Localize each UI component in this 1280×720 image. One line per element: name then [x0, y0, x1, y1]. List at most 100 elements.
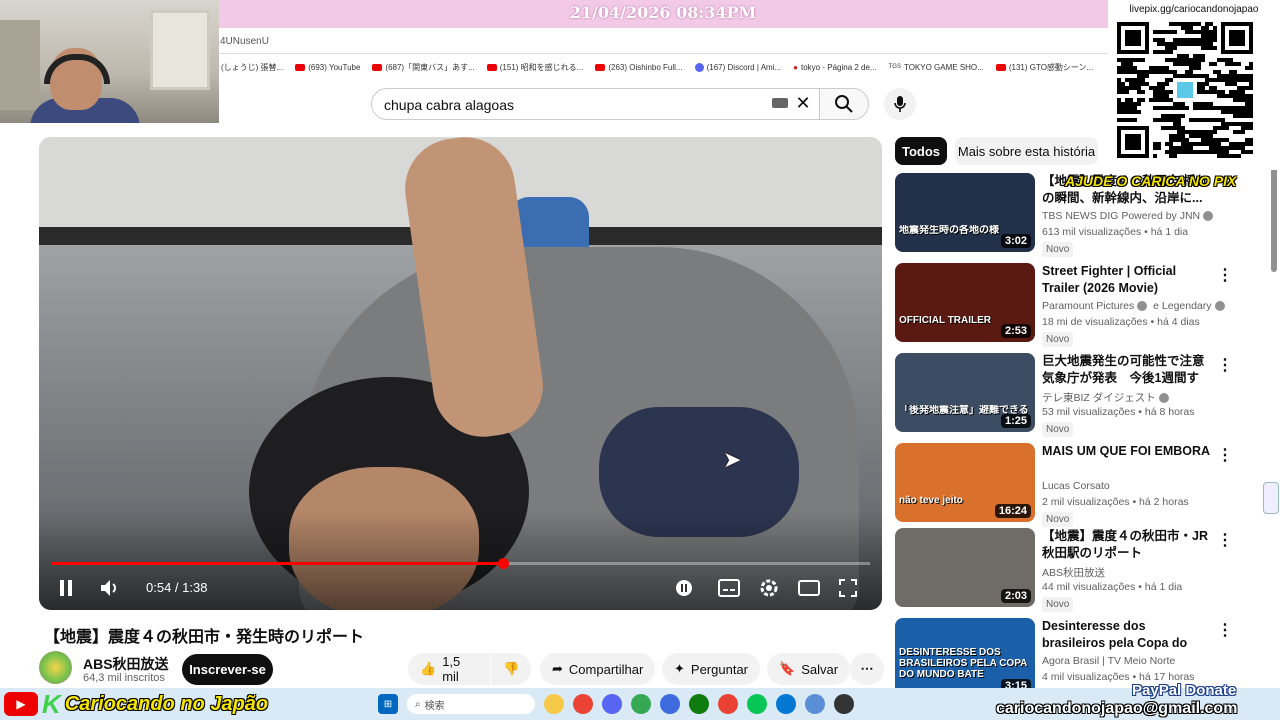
- bookmark-item[interactable]: (151) 昭和を感じれる...: [486, 62, 583, 73]
- bookmark-label: (しょうじ) 張替...: [221, 62, 284, 72]
- bookmark-item[interactable]: (167) Discord | Ami...: [694, 62, 781, 72]
- xbox-icon[interactable]: [689, 694, 709, 714]
- paypal-donate-label: PayPal Donate: [1132, 682, 1237, 699]
- recommendation-thumbnail[interactable]: não teve jeito 16:24: [895, 443, 1035, 522]
- recommendation-thumbnail[interactable]: 「後発地震注意」避難できる 1:25: [895, 353, 1035, 432]
- extension-widget[interactable]: [1263, 482, 1279, 514]
- qr-url: livepix.gg/cariocandonojapao: [1129, 4, 1259, 15]
- new-badge: Novo: [1042, 422, 1074, 437]
- taskbar-search[interactable]: ⌕ 検索: [407, 694, 535, 714]
- channel-label: テレ東BIZ ダイジェスト: [1042, 392, 1156, 404]
- stream-brand: ▶ K Cariocando no Japão: [0, 688, 270, 720]
- recommendation-meta: 53 mil visualizações • há 8 horas: [1042, 406, 1195, 418]
- dislike-button[interactable]: 👎: [491, 653, 531, 685]
- youtube-icon: [372, 63, 383, 71]
- chrome-active-icon[interactable]: [718, 694, 738, 714]
- recommendation-item[interactable]: OFFICIAL TRAILER 2:53 Street Fighter | Off…: [895, 263, 1275, 347]
- discord-icon[interactable]: [602, 694, 622, 714]
- chrome-icon[interactable]: [573, 694, 593, 714]
- fullscreen-icon[interactable]: [837, 578, 859, 598]
- autoplay-toggle-icon[interactable]: [674, 578, 694, 598]
- bookmark-item[interactable]: (693) YouTube: [295, 63, 360, 72]
- recommendation-thumbnail[interactable]: DESINTERESSE DOS BRASILEIROS PELA COPA D…: [895, 618, 1035, 697]
- pause-icon[interactable]: [56, 578, 76, 598]
- windows-start-icon[interactable]: ⊞: [378, 694, 398, 714]
- search-input[interactable]: chupa cabra alagoas: [371, 88, 820, 120]
- bookmark-item[interactable]: (687)「関東バス」あす...: [372, 62, 475, 73]
- verified-check-icon: [1203, 211, 1214, 222]
- channel-avatar[interactable]: [39, 651, 72, 684]
- more-options-icon[interactable]: ⋮: [1217, 355, 1233, 375]
- recommendation-channel: テレ東BIZ ダイジェスト: [1042, 390, 1169, 405]
- more-options-icon[interactable]: ⋮: [1217, 445, 1233, 465]
- thumbs-up-icon: 👍: [420, 661, 437, 676]
- recommendation-title[interactable]: 巨大地震発生の可能性で注意 気象庁が発表 今後1週間すぐ...: [1042, 353, 1212, 387]
- file-explorer-icon[interactable]: [544, 694, 564, 714]
- bookmark-item[interactable]: (しょうじ) 張替...: [218, 62, 283, 73]
- taskbar-search-placeholder: 検索: [424, 700, 445, 712]
- ask-button[interactable]: ✦ Perguntar: [662, 653, 760, 685]
- brand-name: Cariocando no Japão: [64, 692, 269, 715]
- search-button[interactable]: [819, 88, 869, 120]
- recommendation-title[interactable]: Street Fighter | Official Trailer (2026 …: [1042, 263, 1212, 297]
- recommendation-title[interactable]: MAIS UM QUE FOI EMBORA: [1042, 443, 1212, 460]
- youtube-icon: [295, 63, 306, 71]
- volume-icon[interactable]: [97, 576, 123, 600]
- ask-label: Perguntar: [690, 661, 748, 677]
- channel-name[interactable]: ABS秋田放送: [83, 654, 169, 674]
- qr-code-icon: [1117, 22, 1253, 158]
- keyboard-icon[interactable]: [772, 98, 788, 108]
- discord-icon: [694, 62, 704, 72]
- chip-more-about-story[interactable]: Mais sobre esta história: [955, 137, 1098, 165]
- line-icon[interactable]: [747, 694, 767, 714]
- theater-mode-icon[interactable]: [797, 578, 821, 598]
- stream-email: cariocandonojapao@gmail.com: [996, 700, 1238, 717]
- more-options-icon[interactable]: ⋮: [1217, 620, 1233, 640]
- edge-icon[interactable]: [776, 694, 796, 714]
- address-bar-fragment[interactable]: 4UNusenU: [218, 28, 1108, 54]
- video-player[interactable]: [39, 137, 882, 610]
- recommendation-title[interactable]: Desinteresse dos brasileiros pela Copa d…: [1042, 618, 1212, 652]
- subscribe-button[interactable]: Inscrever-se: [182, 654, 273, 685]
- stream-date-banner: 21/04/2026 08:34PM: [218, 0, 1108, 28]
- recommendation-title[interactable]: 【地震】震度４の秋田市・JR秋田駅のリポート: [1042, 528, 1212, 562]
- save-button[interactable]: 🔖 Salvar: [767, 653, 851, 685]
- microphone-icon: [894, 96, 906, 112]
- duration-badge: 2:53: [1000, 324, 1031, 338]
- obs-icon[interactable]: [834, 694, 854, 714]
- channel-label: Agora Brasil | TV Meio Norte: [1042, 655, 1176, 667]
- tgs-icon: TGS: [888, 64, 901, 70]
- recommendation-meta: 613 mil visualizações • há 1 dia: [1042, 226, 1189, 238]
- settings-gear-icon[interactable]: [757, 576, 781, 600]
- more-options-icon[interactable]: ⋮: [1217, 265, 1233, 285]
- thumbs-down-icon: 👎: [503, 661, 520, 676]
- voice-search-button[interactable]: [884, 88, 916, 120]
- recommendation-thumbnail[interactable]: 地震発生時の各地の様 3:02: [895, 173, 1035, 252]
- more-options-icon[interactable]: ⋮: [1217, 530, 1233, 550]
- recommendation-item[interactable]: 2:03 【地震】震度４の秋田市・JR秋田駅のリポート ABS秋田放送 44 mil …: [895, 528, 1275, 612]
- more-actions-button[interactable]: ⋯: [850, 653, 884, 685]
- duration-badge: 16:24: [994, 504, 1031, 518]
- chrome-profile-icon[interactable]: [631, 694, 651, 714]
- recommendation-thumbnail[interactable]: OFFICIAL TRAILER 2:53: [895, 263, 1035, 342]
- browser-icon[interactable]: [660, 694, 680, 714]
- bookmark-item[interactable]: ● tokyo - Página 2 de...: [793, 63, 876, 72]
- recommendation-item[interactable]: não teve jeito 16:24 MAIS UM QUE FOI EMBOR…: [895, 443, 1275, 527]
- chip-all[interactable]: Todos: [895, 137, 947, 165]
- progress-scrubber[interactable]: [497, 558, 509, 569]
- duration-badge: 2:03: [1000, 589, 1031, 603]
- bookmarks-bar: (しょうじ) 張替... (693) YouTube (687)「関東バス」あす..…: [218, 56, 1108, 78]
- bookmark-item[interactable]: TGS TOKYO GAME SHO...: [889, 63, 984, 72]
- bookmark-label: (687)「関東バス」あす...: [385, 62, 475, 72]
- share-button[interactable]: ➦ Compartilhar: [540, 653, 656, 685]
- brand-k: K: [42, 688, 61, 719]
- like-button[interactable]: 👍 1,5 mil: [408, 653, 490, 685]
- recommendation-item[interactable]: 「後発地震注意」避難できる 1:25 巨大地震発生の可能性で注意 気象庁が発表 今後…: [895, 353, 1275, 437]
- recommendation-thumbnail[interactable]: 2:03: [895, 528, 1035, 607]
- clear-search-icon[interactable]: ✕: [794, 93, 812, 113]
- notepad-icon[interactable]: [805, 694, 825, 714]
- bookmark-item[interactable]: (263) Oishinbo Full...: [595, 63, 683, 72]
- channel-label: TBS NEWS DIG Powered by JNN: [1042, 210, 1201, 222]
- subtitles-icon[interactable]: [717, 578, 741, 598]
- bookmark-item[interactable]: (131) GTO感動シーン...: [995, 62, 1093, 73]
